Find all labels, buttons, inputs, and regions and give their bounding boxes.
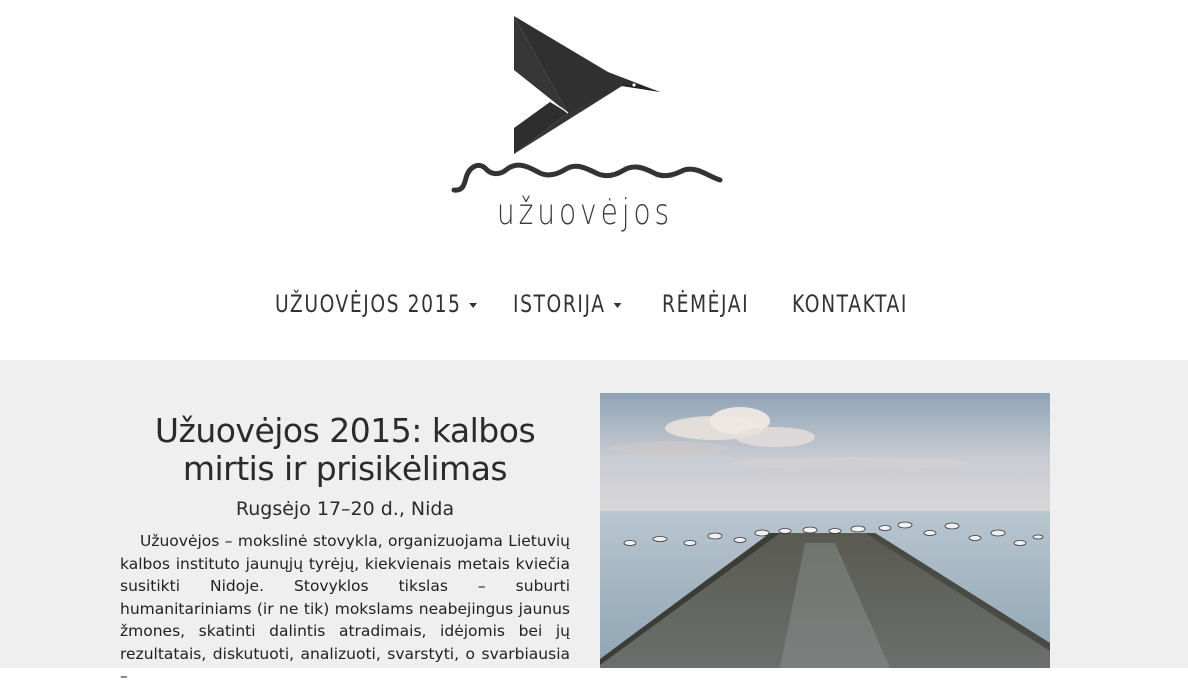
nav-item-istorija[interactable]: ISTORIJA [513, 290, 622, 318]
chevron-down-icon [469, 302, 478, 308]
page-title: Užuovėjos 2015: kalbos mirtis ir prisikė… [120, 412, 570, 488]
chevron-down-icon [613, 302, 622, 308]
main-content: Užuovėjos 2015: kalbos mirtis ir prisikė… [0, 360, 1188, 685]
title-line-2: mirtis ir prisikėlimas [182, 449, 508, 488]
pier-with-seagulls-photo [600, 393, 1050, 668]
article: Užuovėjos 2015: kalbos mirtis ir prisikė… [120, 412, 570, 688]
logo-wordmark: užuovėjos [496, 192, 674, 233]
article-paragraph: Užuovėjos – mokslinė stovykla, organizuo… [120, 530, 570, 688]
nav-item-remejai[interactable]: RĖMĖJAI [662, 290, 749, 318]
nav-item-kontaktai[interactable]: KONTAKTAI [792, 290, 908, 318]
title-line-1: Užuovėjos 2015: kalbos [154, 411, 536, 450]
nav-item-uzuovejos-2015[interactable]: UŽUOVĖJOS 2015 [275, 290, 478, 318]
nav-item-label: RĖMĖJAI [662, 290, 750, 318]
nav-item-label: UŽUOVĖJOS 2015 [275, 290, 462, 318]
nav-item-label: KONTAKTAI [792, 290, 908, 318]
origami-bird-over-waves-icon [451, 16, 723, 193]
main-nav: UŽUOVĖJOS 2015 ISTORIJA RĖMĖJAI KONTAKTA… [0, 290, 1188, 334]
site-header: užuovėjos UŽUOVĖJOS 2015 ISTORIJA RĖMĖJA… [0, 0, 1188, 360]
article-lead: Užuovėjos [140, 532, 220, 550]
nav-item-label: ISTORIJA [513, 290, 606, 318]
event-dates: Rugsėjo 17–20 d., Nida [235, 498, 455, 520]
site-logo[interactable]: užuovėjos [440, 10, 740, 245]
article-body: – mokslinė stovykla, organizuojama Lietu… [120, 532, 570, 685]
